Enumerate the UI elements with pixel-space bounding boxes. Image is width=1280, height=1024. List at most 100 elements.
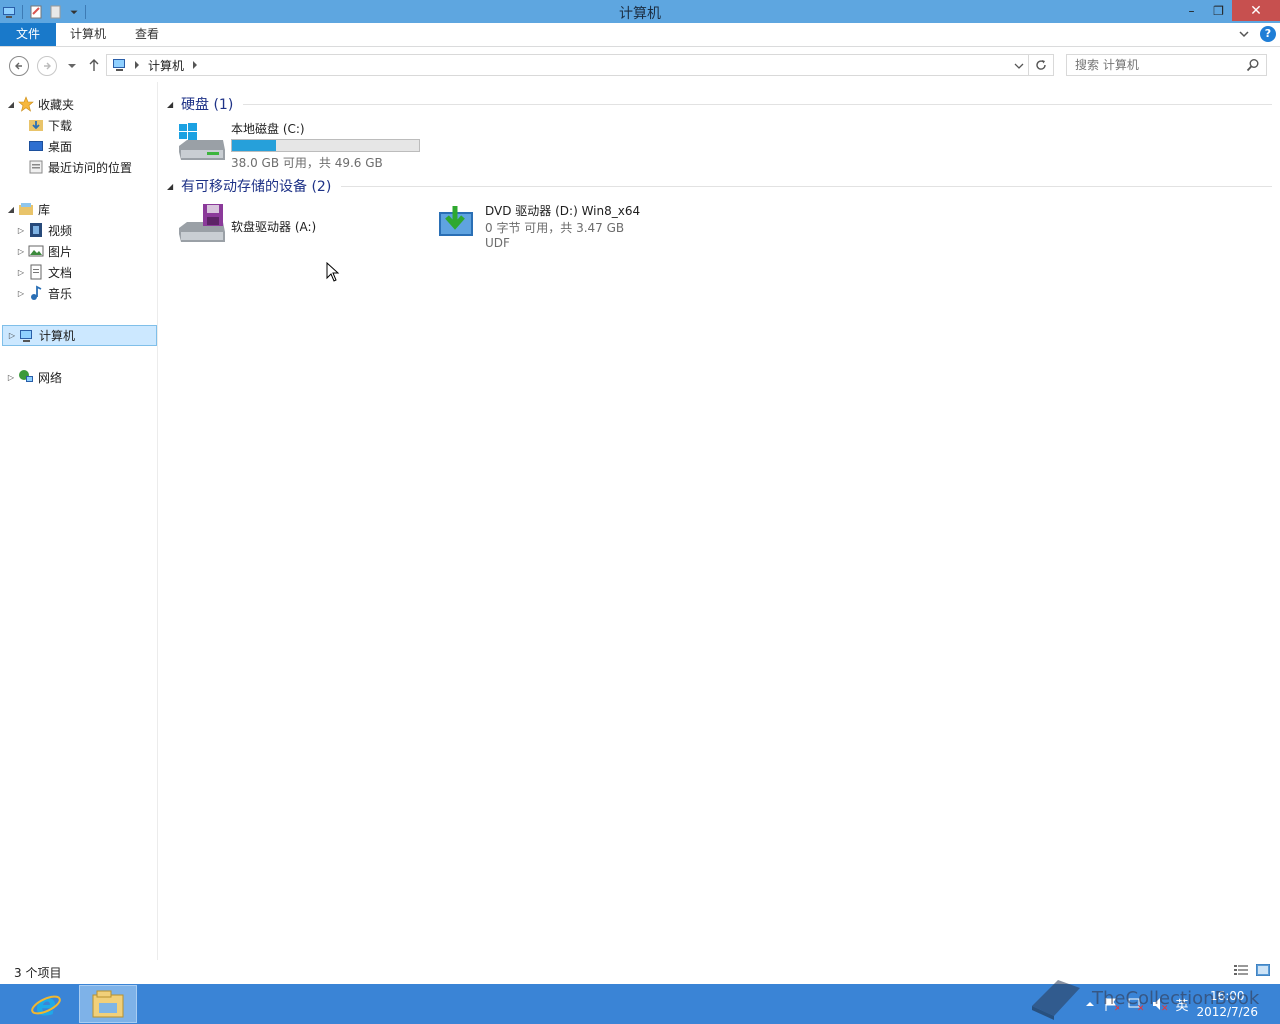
nav-favorites[interactable]: ◢ 收藏夹	[6, 94, 74, 114]
search-box[interactable]	[1066, 54, 1267, 76]
network-icon	[19, 370, 33, 382]
group-title: 有可移动存储的设备 (2)	[181, 179, 332, 195]
nav-label: 库	[38, 202, 51, 217]
nav-libraries[interactable]: ◢ 库	[6, 199, 50, 219]
nav-item-downloads[interactable]: 下载	[26, 115, 72, 135]
nav-item-videos[interactable]: ▷ 视频	[16, 220, 72, 240]
collapsed-arrow-icon[interactable]: ▷	[16, 226, 26, 235]
address-dropdown-icon[interactable]	[1014, 62, 1024, 70]
nav-item-music[interactable]: ▷ 音乐	[16, 283, 72, 303]
tab-file[interactable]: 文件	[0, 23, 56, 46]
mouse-cursor-icon	[326, 262, 340, 282]
maximize-button[interactable]: ❐	[1205, 0, 1232, 21]
group-divider	[243, 103, 1272, 105]
nav-network[interactable]: ▷ 网络	[6, 367, 62, 387]
drive-filesystem: UDF	[485, 236, 510, 250]
search-icon[interactable]	[1246, 58, 1260, 72]
navigation-bar: 计算机	[0, 48, 1280, 82]
chevron-right-icon[interactable]	[192, 61, 198, 69]
video-icon	[30, 223, 42, 237]
window-controls: – ❐ ✕	[1178, 0, 1280, 21]
music-icon	[31, 285, 42, 300]
tab-computer[interactable]: 计算机	[56, 23, 120, 46]
watermark: TheCollectionBook	[1028, 976, 1268, 1022]
collapsed-arrow-icon[interactable]: ▷	[16, 268, 26, 277]
group-header-hard-disks[interactable]: ◢ 硬盘 (1)	[167, 94, 1272, 114]
nav-label: 下载	[48, 118, 73, 133]
drive-name: DVD 驱动器 (D:) Win8_x64	[485, 204, 641, 218]
expanded-arrow-icon[interactable]: ◢	[6, 100, 16, 109]
recent-places-icon	[29, 160, 43, 174]
drive-info: DVD 驱动器 (D:) Win8_x64 0 字节 可用，共 3.47 GB …	[485, 202, 640, 250]
svg-text:e: e	[36, 988, 56, 1020]
view-switcher	[1234, 964, 1270, 976]
drive-info: 本地磁盘 (C:) 38.0 GB 可用，共 49.6 GB	[231, 120, 420, 171]
up-arrow-icon[interactable]	[88, 58, 100, 72]
refresh-button[interactable]	[1029, 54, 1054, 76]
floppy-drive-icon	[179, 204, 225, 242]
taskbar-file-explorer[interactable]	[79, 985, 137, 1023]
minimize-button[interactable]: –	[1178, 0, 1205, 21]
expand-ribbon-icon[interactable]	[1238, 28, 1250, 40]
expanded-arrow-icon[interactable]: ◢	[167, 182, 181, 191]
nav-label: 最近访问的位置	[48, 160, 133, 175]
collapsed-arrow-icon[interactable]: ▷	[7, 331, 17, 340]
nav-label: 文档	[48, 265, 73, 280]
group-divider	[341, 185, 1272, 187]
arrow-left-icon	[15, 62, 22, 70]
drive-c[interactable]: 本地磁盘 (C:) 38.0 GB 可用，共 49.6 GB	[177, 120, 420, 171]
content-pane: ◢ 硬盘 (1) 本地磁盘 (C:) 38.0 GB 可用，共 49.6 GB …	[159, 82, 1280, 960]
chevron-right-icon[interactable]	[134, 61, 140, 69]
recent-locations-icon[interactable]	[67, 62, 77, 70]
internet-explorer-icon: e	[31, 988, 61, 1020]
nav-label: 音乐	[48, 286, 73, 301]
nav-label: 网络	[38, 370, 63, 385]
documents-icon	[30, 264, 42, 280]
nav-item-recent-places[interactable]: 最近访问的位置	[26, 157, 132, 177]
details-view-icon[interactable]	[1234, 964, 1248, 976]
file-explorer-icon	[92, 990, 124, 1018]
drive-a[interactable]: 软盘驱动器 (A:)	[177, 202, 316, 250]
group-header-removable[interactable]: ◢ 有可移动存储的设备 (2)	[167, 176, 1272, 196]
expanded-arrow-icon[interactable]: ◢	[6, 205, 16, 214]
breadcrumb-computer[interactable]: 计算机	[148, 57, 184, 74]
drive-name: 软盘驱动器 (A:)	[231, 220, 317, 234]
tiles-view-icon[interactable]	[1256, 964, 1270, 976]
forward-button[interactable]	[37, 56, 57, 76]
drive-free-space: 38.0 GB 可用，共 49.6 GB	[231, 156, 383, 170]
nav-item-pictures[interactable]: ▷ 图片	[16, 241, 72, 261]
drive-name: 本地磁盘 (C:)	[231, 122, 305, 136]
window-title: 计算机	[619, 6, 661, 22]
desktop-icon	[29, 141, 43, 151]
library-icon	[19, 203, 33, 215]
drive-info: 软盘驱动器 (A:)	[231, 202, 316, 250]
usage-bar-fill	[232, 140, 276, 151]
nav-computer[interactable]: ▷ 计算机	[2, 325, 157, 346]
back-button[interactable]	[9, 56, 29, 76]
collapsed-arrow-icon[interactable]: ▷	[16, 247, 26, 256]
downloads-folder-icon	[29, 120, 43, 131]
item-count: 3 个项目	[14, 966, 62, 980]
dvd-drive-icon	[439, 206, 473, 236]
collapsed-arrow-icon[interactable]: ▷	[6, 373, 16, 382]
search-input[interactable]	[1067, 55, 1237, 75]
drive-d[interactable]: DVD 驱动器 (D:) Win8_x64 0 字节 可用，共 3.47 GB …	[437, 202, 640, 250]
computer-icon	[113, 59, 125, 71]
nav-label: 桌面	[48, 139, 73, 154]
group-title: 硬盘 (1)	[181, 97, 234, 113]
navigation-pane: ◢ 收藏夹 下载 桌面 最近访问的位置 ◢ 库 ▷ 视频 ▷ 图片 ▷ 文档 ▷…	[0, 82, 158, 960]
nav-label: 收藏夹	[38, 97, 75, 112]
collapsed-arrow-icon[interactable]: ▷	[16, 289, 26, 298]
taskbar-internet-explorer[interactable]: e	[17, 985, 75, 1023]
windows-hdd-icon	[179, 123, 225, 160]
star-icon	[18, 96, 34, 112]
address-bar[interactable]: 计算机	[106, 54, 1029, 76]
nav-label: 计算机	[39, 329, 76, 343]
tab-view[interactable]: 查看	[121, 23, 173, 46]
nav-item-desktop[interactable]: 桌面	[26, 136, 72, 156]
nav-item-documents[interactable]: ▷ 文档	[16, 262, 72, 282]
help-button[interactable]: ?	[1260, 26, 1276, 42]
expanded-arrow-icon[interactable]: ◢	[167, 100, 181, 109]
close-button[interactable]: ✕	[1232, 0, 1280, 21]
computer-icon	[20, 329, 32, 342]
